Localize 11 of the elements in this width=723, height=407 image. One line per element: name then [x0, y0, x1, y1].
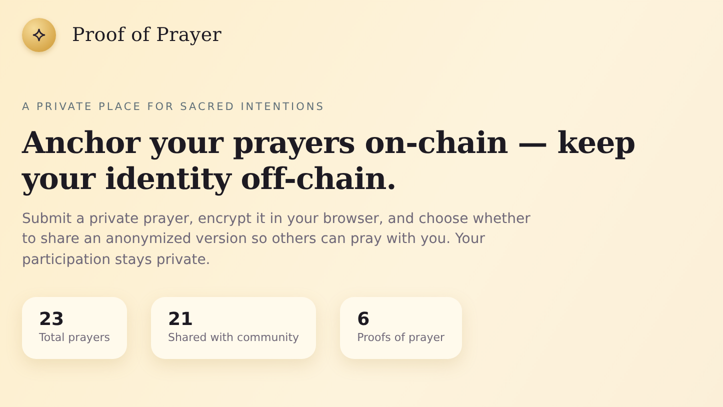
stat-value: 23 — [39, 308, 66, 330]
stat-label: Proofs of prayer — [357, 330, 444, 346]
stat-label: Total prayers — [39, 330, 110, 346]
logo-icon — [22, 18, 56, 52]
stat-value: 21 — [168, 308, 194, 330]
hero-heading: Anchor your prayers on-chain — keep your identity off-chain. — [22, 126, 636, 199]
stat-value: 6 — [357, 308, 371, 330]
stat-label: Shared with community — [168, 330, 300, 346]
brand-title: Proof of Prayer — [72, 22, 222, 48]
hero-description: Submit a private prayer, encrypt it in your browser, and choose whether to share an anonymized version so others can pray with you. Your participation stays private. — [22, 210, 532, 270]
eyebrow-text: A PRIVATE PLACE FOR SACRED INTENTIONS — [22, 100, 326, 115]
